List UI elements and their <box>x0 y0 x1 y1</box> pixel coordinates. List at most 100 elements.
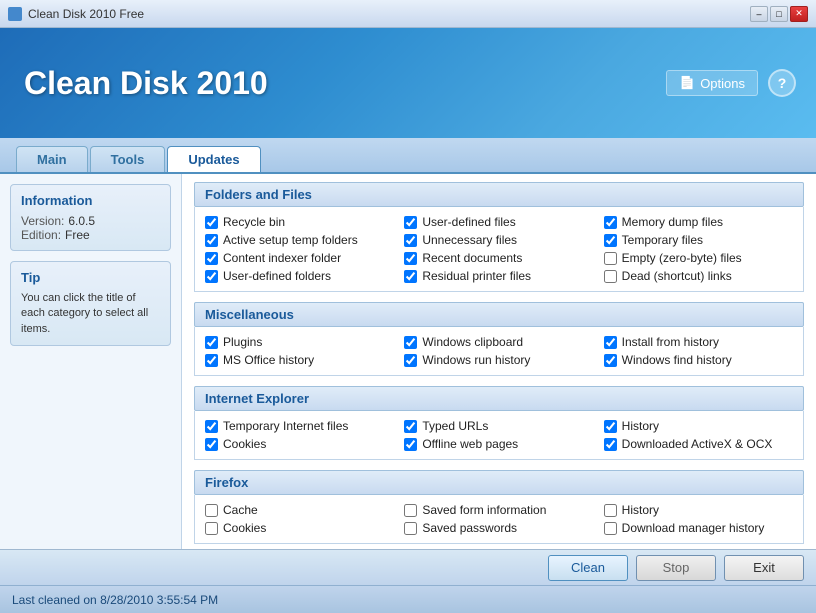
checkbox[interactable] <box>205 216 218 229</box>
version-row: Version: 6.0.5 <box>21 214 160 228</box>
section-header-miscellaneous[interactable]: Miscellaneous <box>194 302 804 327</box>
checkbox[interactable] <box>604 522 617 535</box>
checkbox-item[interactable]: Recycle bin <box>205 215 394 229</box>
checkbox-item[interactable]: Cache <box>205 503 394 517</box>
checkbox-item[interactable]: Install from history <box>604 335 793 349</box>
checkbox[interactable] <box>205 420 218 433</box>
close-button[interactable]: ✕ <box>790 6 808 22</box>
minimize-button[interactable]: – <box>750 6 768 22</box>
checkbox-label: Cookies <box>223 437 266 451</box>
version-value: 6.0.5 <box>68 214 95 228</box>
checkbox[interactable] <box>205 270 218 283</box>
checkbox[interactable] <box>205 504 218 517</box>
checkbox[interactable] <box>604 216 617 229</box>
checkbox[interactable] <box>404 216 417 229</box>
checkbox-item[interactable]: Plugins <box>205 335 394 349</box>
checkbox[interactable] <box>604 420 617 433</box>
checkbox-item[interactable]: User-defined folders <box>205 269 394 283</box>
checkbox[interactable] <box>604 270 617 283</box>
checkbox-item[interactable]: Saved form information <box>404 503 593 517</box>
checkbox-item[interactable]: Offline web pages <box>404 437 593 451</box>
maximize-button[interactable]: □ <box>770 6 788 22</box>
checkbox[interactable] <box>205 522 218 535</box>
checkbox[interactable] <box>404 270 417 283</box>
clean-button[interactable]: Clean <box>548 555 628 581</box>
checkbox-label: Residual printer files <box>422 269 531 283</box>
checkbox[interactable] <box>604 234 617 247</box>
checkbox[interactable] <box>604 354 617 367</box>
checkbox-item[interactable]: User-defined files <box>404 215 593 229</box>
checkbox[interactable] <box>604 438 617 451</box>
checkbox[interactable] <box>404 438 417 451</box>
checkbox-item[interactable]: Windows clipboard <box>404 335 593 349</box>
checkbox[interactable] <box>205 234 218 247</box>
checkbox-item[interactable]: Windows find history <box>604 353 793 367</box>
checkbox-item[interactable]: History <box>604 419 793 433</box>
exit-button[interactable]: Exit <box>724 555 804 581</box>
checkbox[interactable] <box>604 504 617 517</box>
stop-button[interactable]: Stop <box>636 555 716 581</box>
status-bar: Last cleaned on 8/28/2010 3:55:54 PM <box>0 585 816 613</box>
checkbox-item[interactable]: Typed URLs <box>404 419 593 433</box>
checkbox[interactable] <box>404 354 417 367</box>
checkbox[interactable] <box>205 252 218 265</box>
help-icon: ? <box>778 75 787 91</box>
tab-tools[interactable]: Tools <box>90 146 166 172</box>
app-icon <box>8 7 22 21</box>
checkbox[interactable] <box>404 420 417 433</box>
options-icon: 📄 <box>679 75 695 91</box>
checkbox-label: Offline web pages <box>422 437 518 451</box>
checkbox-item[interactable]: Empty (zero-byte) files <box>604 251 793 265</box>
tab-main[interactable]: Main <box>16 146 88 172</box>
tab-updates[interactable]: Updates <box>167 146 260 172</box>
checkbox-item[interactable]: Cookies <box>205 437 394 451</box>
checkbox-item[interactable]: Memory dump files <box>604 215 793 229</box>
checkbox-item[interactable]: Dead (shortcut) links <box>604 269 793 283</box>
edition-row: Edition: Free <box>21 228 160 242</box>
checkbox-item[interactable]: Content indexer folder <box>205 251 394 265</box>
checkbox-item[interactable]: Temporary files <box>604 233 793 247</box>
checkbox-label: History <box>622 419 659 433</box>
checkbox[interactable] <box>205 438 218 451</box>
help-button[interactable]: ? <box>768 69 796 97</box>
checkbox-label: User-defined folders <box>223 269 331 283</box>
checkbox-label: Windows clipboard <box>422 335 523 349</box>
checkbox-item[interactable]: Unnecessary files <box>404 233 593 247</box>
section-internet-explorer: Internet ExplorerTemporary Internet file… <box>194 386 804 460</box>
section-header-internet-explorer[interactable]: Internet Explorer <box>194 386 804 411</box>
checkbox[interactable] <box>604 252 617 265</box>
checkbox[interactable] <box>205 354 218 367</box>
checkbox-label: Download manager history <box>622 521 765 535</box>
checkbox-item[interactable]: Saved passwords <box>404 521 593 535</box>
checkbox[interactable] <box>404 234 417 247</box>
checkbox[interactable] <box>604 336 617 349</box>
checkbox-item[interactable]: History <box>604 503 793 517</box>
checkbox-label: Saved form information <box>422 503 546 517</box>
checkbox-item[interactable]: Recent documents <box>404 251 593 265</box>
checkbox-item[interactable]: Windows run history <box>404 353 593 367</box>
checkbox-label: Unnecessary files <box>422 233 517 247</box>
options-button[interactable]: 📄 Options <box>666 70 758 96</box>
checkbox-label: Plugins <box>223 335 262 349</box>
checkbox-item[interactable]: Cookies <box>205 521 394 535</box>
checkbox[interactable] <box>404 504 417 517</box>
checkbox-item[interactable]: Download manager history <box>604 521 793 535</box>
bottom-bar: Clean Stop Exit <box>0 549 816 585</box>
checkbox-item[interactable]: Active setup temp folders <box>205 233 394 247</box>
checkbox-item[interactable]: Temporary Internet files <box>205 419 394 433</box>
checkbox-item[interactable]: MS Office history <box>205 353 394 367</box>
checkbox-label: Windows find history <box>622 353 732 367</box>
checkbox-label: Recent documents <box>422 251 522 265</box>
section-header-folders-files[interactable]: Folders and Files <box>194 182 804 207</box>
tip-title: Tip <box>21 270 160 285</box>
checkbox[interactable] <box>404 252 417 265</box>
checkbox[interactable] <box>205 336 218 349</box>
checkbox-label: User-defined files <box>422 215 515 229</box>
checkbox-label: Temporary Internet files <box>223 419 348 433</box>
checkbox[interactable] <box>404 522 417 535</box>
section-body-internet-explorer: Temporary Internet files Typed URLs Histor… <box>194 411 804 460</box>
checkbox-item[interactable]: Downloaded ActiveX & OCX <box>604 437 793 451</box>
section-header-firefox[interactable]: Firefox <box>194 470 804 495</box>
checkbox-item[interactable]: Residual printer files <box>404 269 593 283</box>
checkbox[interactable] <box>404 336 417 349</box>
